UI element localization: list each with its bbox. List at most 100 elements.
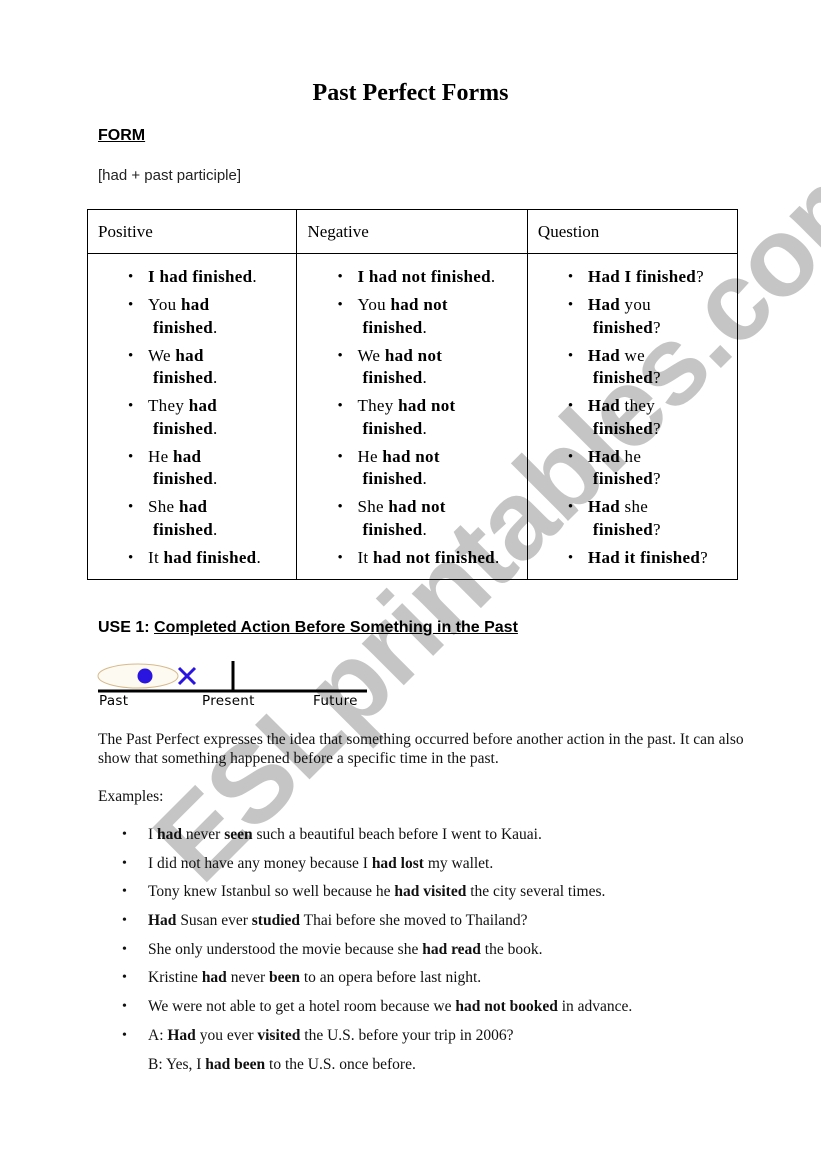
form-tail: they <box>620 396 656 415</box>
example-text: A: <box>148 1026 168 1044</box>
form-list-item: Had she finished? <box>568 496 737 541</box>
negative-list: I had not finished.You had notfinished.W… <box>297 266 526 569</box>
example-text: She only understood the movie because sh… <box>148 940 423 958</box>
example-emphasis: seen <box>224 826 253 843</box>
form-list-item: He hadfinished. <box>128 446 296 491</box>
form-list-item: Had hefinished? <box>568 446 737 491</box>
form-punct: . <box>213 317 218 337</box>
example-item: She only understood the movie because sh… <box>98 939 748 968</box>
form-continuation: finished. <box>357 367 526 390</box>
form-verb: finished <box>362 418 423 438</box>
form-list-item: Had it finished? <box>568 547 737 570</box>
example-item: Kristine had never been to an opera befo… <box>98 967 748 996</box>
example-emphasis: Had <box>148 912 177 930</box>
header-question: Question <box>526 209 739 254</box>
positive-cell: I had finished. You had finished. We had fin… <box>86 253 298 580</box>
form-verb: Had it finished <box>587 547 701 567</box>
example-emphasis: been <box>268 969 300 987</box>
form-pronoun: We <box>148 345 176 365</box>
header-negative: Negative <box>296 209 528 254</box>
form-verb: finished <box>592 519 653 539</box>
example-text: Kristine <box>148 969 202 987</box>
form-continuation: finished. <box>148 468 296 491</box>
question-list: Had I finished?Had youfinished?Had wefin… <box>528 266 737 569</box>
form-continuation: finished? <box>588 317 737 340</box>
form-continuation: finished. <box>357 468 526 491</box>
use1-heading: USE 1: Completed Action Before Something… <box>98 619 518 637</box>
form-punct: . <box>422 418 428 438</box>
form-punct: . <box>422 469 428 488</box>
form-verb: had not <box>384 345 443 365</box>
form-list-item: They had finished. <box>128 395 296 440</box>
form-list-item: Had wefinished? <box>568 345 737 390</box>
header-positive: Positive <box>86 209 298 254</box>
form-pronoun: She <box>357 497 389 516</box>
form-continuation: finished. <box>148 519 296 542</box>
form-list-item: I had finished. <box>128 266 296 289</box>
example-item: I had never seen such a beautiful beach … <box>98 824 748 853</box>
form-verb: I had not finished <box>357 267 491 286</box>
example-emphasis: had visited <box>394 883 467 901</box>
form-pronoun: She <box>148 497 179 516</box>
form-punct: . <box>213 368 218 387</box>
timeline-label-future: Future <box>313 693 358 709</box>
form-punct: ? <box>652 519 661 539</box>
example-text: Thai before she moved to Thailand? <box>300 912 528 930</box>
example-dialogue-reply: B: Yes, I had been to the U.S. once befo… <box>98 1054 748 1083</box>
form-verb: had <box>188 396 217 415</box>
example-text: never <box>226 969 269 987</box>
form-list-item: You had not finished. <box>337 294 526 339</box>
timeline-label-present: Present <box>202 693 255 709</box>
form-punct: . <box>213 418 218 438</box>
example-text: Tony knew Istanbul so well because he <box>148 883 395 901</box>
example-item: I did not have any money because I had l… <box>98 853 748 882</box>
form-list-item: We had notfinished. <box>337 345 526 390</box>
timeline-label-past: Past <box>99 693 129 709</box>
example-text: in advance. <box>557 998 633 1016</box>
form-pronoun: You <box>148 295 182 314</box>
form-tail: . <box>252 267 257 286</box>
form-verb: I had finished <box>148 267 253 286</box>
page-title: Past Perfect Forms <box>312 80 509 106</box>
form-tail: he <box>620 446 642 466</box>
example-emphasis: had read <box>422 940 481 958</box>
form-pronoun: You <box>357 295 391 314</box>
form-verb: had not <box>390 295 448 314</box>
form-verb: had finished <box>163 547 257 567</box>
form-verb: finished <box>592 317 653 337</box>
form-verb: had not <box>398 396 456 415</box>
form-pronoun: He <box>148 446 173 466</box>
form-verb: finished <box>153 368 214 387</box>
form-verb: had not finished <box>372 547 495 567</box>
form-verb: had <box>181 295 210 314</box>
form-continuation: finished? <box>588 468 737 491</box>
form-verb: Had <box>587 497 620 516</box>
form-pronoun: It <box>148 547 164 567</box>
form-continuation: finished? <box>588 418 737 441</box>
form-heading: FORM <box>98 127 146 144</box>
form-punct: . <box>422 317 428 337</box>
example-emphasis: had lost <box>371 854 424 872</box>
example-item: A: Had you ever visited the U.S. before … <box>98 1025 748 1054</box>
example-text: B: Yes, I <box>148 1055 206 1073</box>
form-continuation: finished. <box>357 519 526 542</box>
example-text: Susan ever <box>176 912 252 930</box>
form-tail: ? <box>700 547 708 567</box>
form-list-item: It had finished. <box>128 547 296 570</box>
use1-title: Completed Action Before Something in the… <box>154 619 518 636</box>
form-tail: . <box>490 267 496 286</box>
example-text: We were not able to get a hotel room bec… <box>148 998 456 1016</box>
form-verb: Had <box>587 396 620 415</box>
example-text: I did not have any money because I <box>148 854 372 872</box>
timeline-diagram: Past Present Future <box>97 656 369 714</box>
example-text: I <box>148 826 158 843</box>
use1-explanation: The Past Perfect expresses the idea that… <box>98 731 744 767</box>
form-punct: ? <box>652 418 661 438</box>
example-emphasis: visited <box>257 1026 301 1044</box>
example-item: Had Susan ever studied Thai before she m… <box>98 910 748 939</box>
example-item: We were not able to get a hotel room bec… <box>98 996 748 1025</box>
forms-table-body-row: I had finished. You had finished. We had fin… <box>86 253 739 580</box>
form-pronoun: They <box>148 396 189 415</box>
form-tail: you <box>620 295 651 314</box>
form-verb: finished <box>153 317 214 337</box>
